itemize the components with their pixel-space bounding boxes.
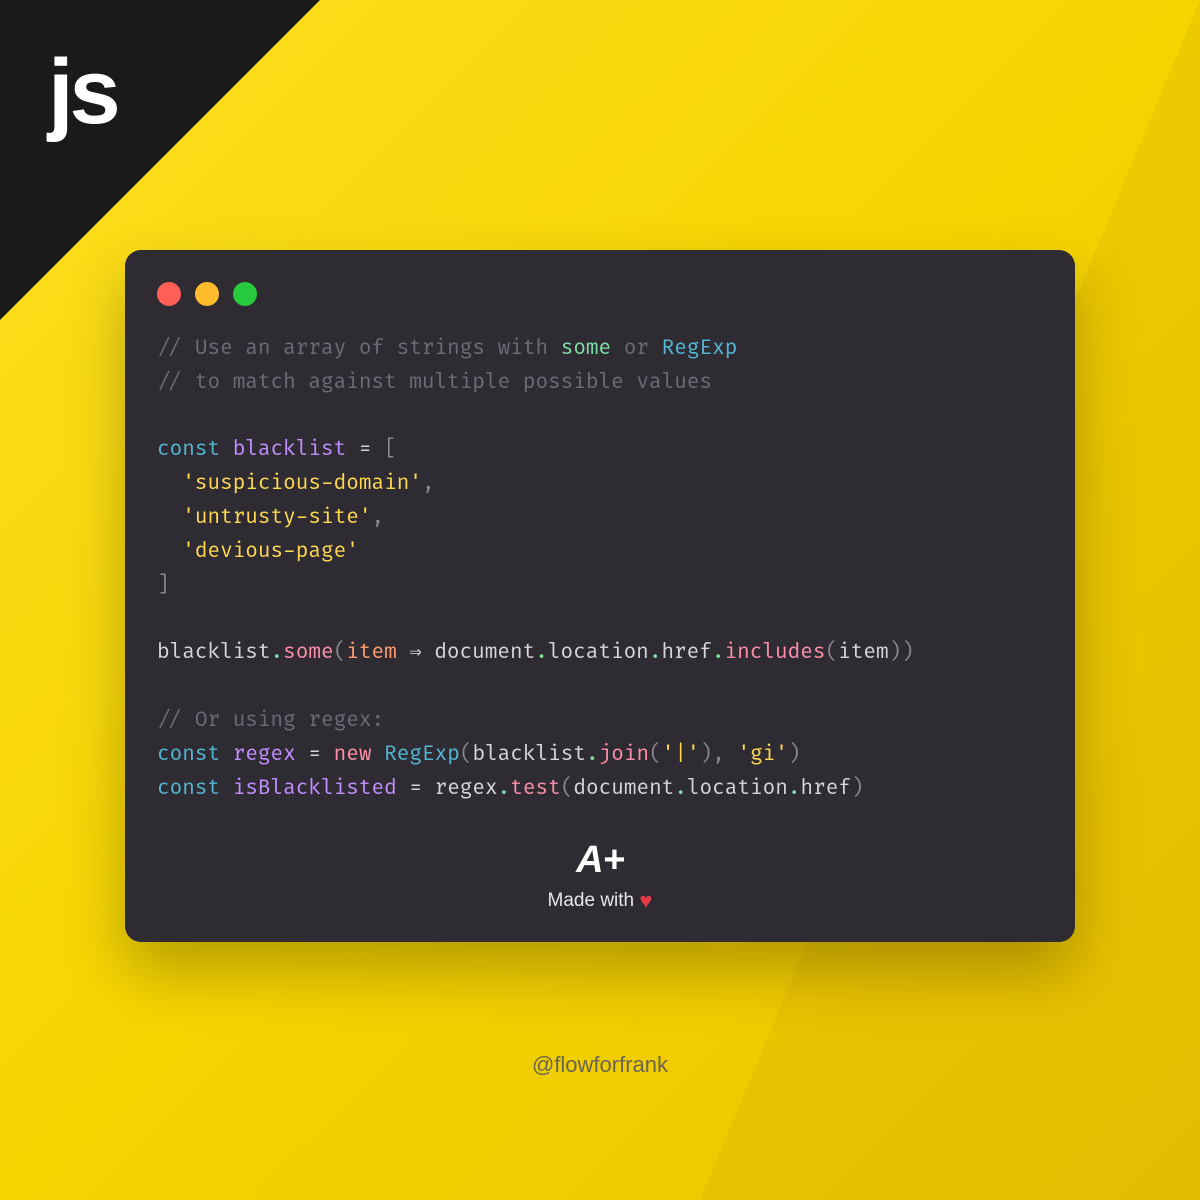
code-window: // Use an array of strings with some or … xyxy=(125,250,1075,942)
code-class: RegExp xyxy=(384,742,460,767)
code-keyword: const xyxy=(157,776,220,801)
code-comment: // Use an array of strings with xyxy=(157,336,561,361)
code-block: // Use an array of strings with some or … xyxy=(157,332,1043,805)
js-logo: js xyxy=(48,40,117,145)
made-with-label: Made with ♥ xyxy=(157,888,1043,914)
code-identifier: document xyxy=(434,640,535,665)
code-string: 'devious-page' xyxy=(182,539,359,564)
code-identifier: isBlacklisted xyxy=(233,776,397,801)
code-punct: ( xyxy=(334,640,347,665)
code-punct: . xyxy=(788,776,801,801)
code-method: includes xyxy=(725,640,826,665)
code-punct: . xyxy=(535,640,548,665)
code-punct: ) xyxy=(700,742,713,767)
code-punct: . xyxy=(649,640,662,665)
code-comment: or xyxy=(611,336,661,361)
code-identifier: regex xyxy=(435,776,498,801)
code-identifier: href xyxy=(801,776,851,801)
code-keyword-regexp: RegExp xyxy=(662,336,738,361)
code-operator: = xyxy=(296,742,334,767)
code-punct: . xyxy=(674,776,687,801)
code-identifier: regex xyxy=(233,742,296,767)
code-identifier: blacklist xyxy=(472,742,586,767)
code-identifier: location xyxy=(548,640,649,665)
code-identifier: href xyxy=(661,640,711,665)
code-identifier: location xyxy=(687,776,788,801)
code-punct: ] xyxy=(157,573,170,598)
code-param: item xyxy=(346,640,396,665)
code-method: test xyxy=(510,776,560,801)
code-keyword: const xyxy=(157,742,220,767)
author-handle: @flowforfrank xyxy=(0,1052,1200,1078)
code-punct: . xyxy=(271,640,284,665)
code-string: 'gi' xyxy=(737,742,787,767)
made-with-text: Made with xyxy=(548,890,640,911)
code-identifier: document xyxy=(573,776,674,801)
code-string: 'suspicious-domain' xyxy=(182,471,422,496)
code-identifier: blacklist xyxy=(233,437,347,462)
code-identifier: item xyxy=(838,640,888,665)
code-punct: . xyxy=(498,776,511,801)
code-punct: [ xyxy=(384,437,397,462)
code-comment: // to match against multiple possible va… xyxy=(157,370,712,395)
code-punct: ( xyxy=(825,640,838,665)
code-keyword-new: new xyxy=(334,742,372,767)
aplus-logo: A+ xyxy=(576,839,624,882)
code-operator: = xyxy=(346,437,384,462)
code-punct: . xyxy=(586,742,599,767)
code-punct: ) xyxy=(901,640,914,665)
close-icon[interactable] xyxy=(157,282,181,306)
footer-badge: A+ Made with ♥ xyxy=(157,839,1043,914)
code-punct: ( xyxy=(649,742,662,767)
code-punct: ) xyxy=(889,640,902,665)
code-keyword: const xyxy=(157,437,220,462)
code-string: 'untrusty-site' xyxy=(182,505,371,530)
code-string: '|' xyxy=(662,742,700,767)
code-punct: ) xyxy=(851,776,864,801)
code-punct: ) xyxy=(788,742,801,767)
code-comment: // Or using regex: xyxy=(157,708,384,733)
code-arrow: ⇒ xyxy=(397,640,435,665)
code-punct: ( xyxy=(460,742,473,767)
heart-icon: ♥ xyxy=(639,888,652,914)
maximize-icon[interactable] xyxy=(233,282,257,306)
code-punct: . xyxy=(712,640,725,665)
code-keyword-some: some xyxy=(561,336,611,361)
code-method: some xyxy=(283,640,333,665)
code-punct: , xyxy=(422,471,435,496)
code-operator: = xyxy=(397,776,435,801)
code-punct: , xyxy=(371,505,384,530)
code-method: join xyxy=(599,742,649,767)
code-identifier: blacklist xyxy=(157,640,271,665)
code-punct: ( xyxy=(561,776,574,801)
window-controls xyxy=(157,282,1043,306)
minimize-icon[interactable] xyxy=(195,282,219,306)
code-punct: , xyxy=(712,742,725,767)
